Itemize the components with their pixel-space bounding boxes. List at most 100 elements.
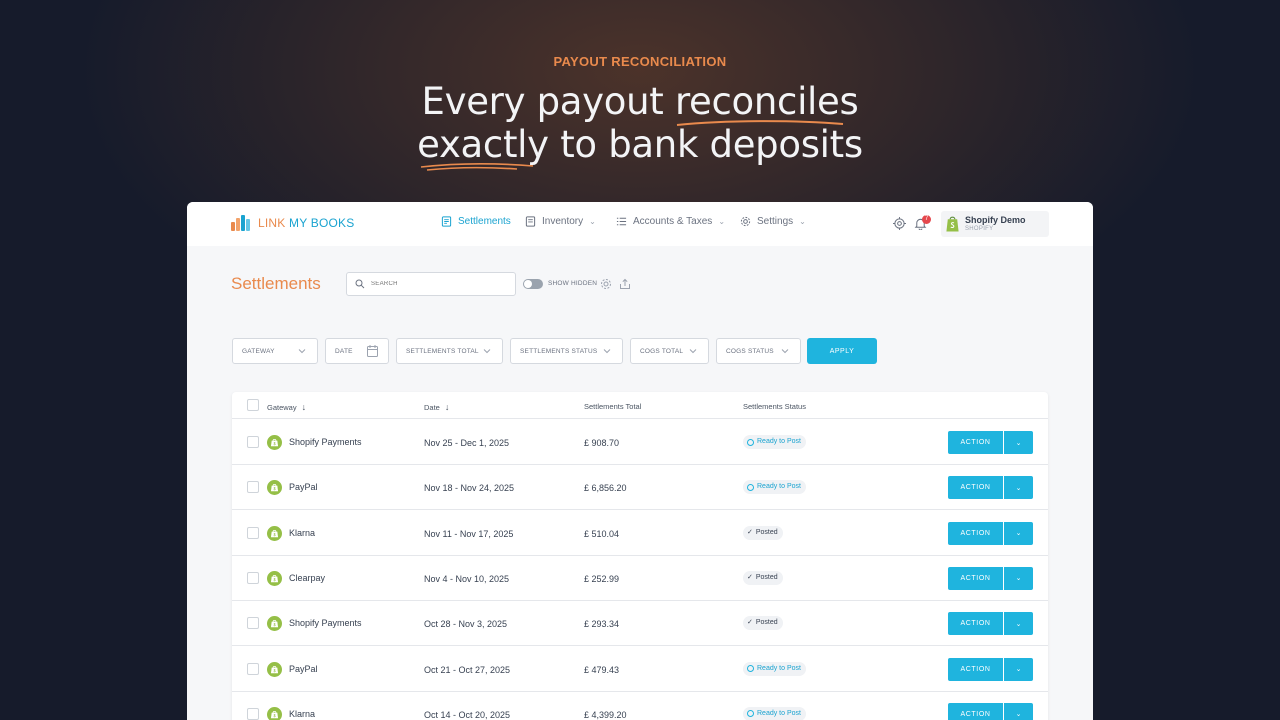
- header-gateway[interactable]: Gateway ↓: [267, 402, 306, 412]
- check-icon: ✓: [747, 619, 753, 627]
- settlement-date: Oct 28 - Nov 3, 2025: [424, 619, 508, 630]
- action-dropdown-button[interactable]: ⌄: [1004, 566, 1033, 590]
- row-checkbox[interactable]: [247, 526, 259, 539]
- chevron-down-icon: [483, 349, 491, 354]
- app-window: LINK MY BOOKS Settlements Inventory ⌄ Ac…: [187, 202, 1093, 720]
- row-checkbox[interactable]: [247, 707, 259, 720]
- action-button[interactable]: ACTION: [948, 431, 1003, 454]
- row-checkbox[interactable]: [247, 436, 259, 448]
- shopify-gateway-icon: [267, 435, 282, 450]
- row-checkbox[interactable]: [247, 617, 259, 630]
- action-button[interactable]: ACTION: [948, 612, 1003, 636]
- shopify-gateway-icon: [267, 706, 282, 720]
- shopify-gateway-icon: [267, 661, 282, 677]
- brand-logo[interactable]: LINK MY BOOKS: [231, 215, 354, 231]
- select-all-checkbox[interactable]: [247, 399, 259, 411]
- chevron-down-icon: ⌄: [799, 217, 806, 226]
- status-circle-icon: [747, 665, 754, 672]
- account-name: Shopify Demo: [965, 215, 1026, 225]
- chevron-down-icon: ⌄: [1015, 484, 1022, 492]
- status-label: Ready to Post: [757, 709, 801, 717]
- action-button[interactable]: ACTION: [948, 476, 1003, 500]
- chevron-down-icon: ⌄: [1015, 666, 1022, 673]
- status-badge: ✓ Posted: [743, 570, 783, 585]
- filter-cogs-total[interactable]: COGS TOTAL: [630, 338, 709, 364]
- status-label: Ready to Post: [757, 483, 801, 491]
- settlement-total: £ 252.99: [584, 573, 620, 584]
- brand-word-link: LINK: [258, 216, 286, 230]
- settlement-total: £ 479.43: [584, 664, 620, 675]
- settlement-total: £ 4,399.20: [584, 709, 627, 720]
- gateway-name: Clearpay: [289, 572, 326, 583]
- nav-settings[interactable]: Settings ⌄: [740, 216, 806, 227]
- nav-inventory[interactable]: Inventory ⌄: [525, 216, 596, 227]
- row-checkbox[interactable]: [247, 481, 259, 494]
- row-checkbox[interactable]: [247, 662, 259, 675]
- header-label: Gateway: [267, 402, 297, 412]
- action-dropdown-button[interactable]: ⌄: [1004, 657, 1033, 681]
- settings-cog-icon[interactable]: [600, 278, 612, 290]
- header-label: Date: [424, 402, 440, 412]
- table-row[interactable]: Klarna Nov 11 - Nov 17, 2025 £ 510.04 ✓ Post…: [232, 511, 1048, 556]
- filter-settlements-status[interactable]: SETTLEMENTS STATUS: [510, 338, 623, 364]
- apply-button[interactable]: APPLY: [807, 338, 877, 364]
- page-title: Settlements: [231, 274, 321, 293]
- filter-label: SETTLEMENTS STATUS: [520, 348, 598, 355]
- table-row[interactable]: PayPal Oct 21 - Oct 27, 2025 £ 479.43 Ready…: [232, 647, 1048, 692]
- chevron-down-icon: ⌄: [589, 217, 596, 226]
- settlement-total: £ 908.70: [584, 438, 620, 448]
- hero-eyebrow: PAYOUT RECONCILIATION: [553, 54, 727, 69]
- nav-label: Inventory: [542, 216, 584, 227]
- table-header: Gateway ↓ Date ↓ Settlements Total Settlem…: [232, 392, 1048, 419]
- filter-date[interactable]: DATE: [325, 338, 389, 364]
- sort-arrow-icon: ↓: [444, 402, 450, 412]
- filter-label: SETTLEMENTS TOTAL: [406, 348, 479, 355]
- table-row[interactable]: Shopify Payments Nov 25 - Dec 1, 2025 £ 90…: [232, 420, 1048, 465]
- sort-arrow-icon: ↓: [301, 402, 307, 412]
- table-row[interactable]: Klarna Oct 14 - Oct 20, 2025 £ 4,399.20 Rea…: [232, 692, 1048, 720]
- headline-underlined-word: reconciles: [675, 80, 859, 126]
- action-button[interactable]: ACTION: [948, 566, 1003, 590]
- notification-badge: 7: [922, 215, 931, 224]
- action-dropdown-button[interactable]: ⌄: [1004, 476, 1033, 500]
- nav-label: Settlements: [458, 216, 511, 227]
- search-input[interactable]: [371, 277, 511, 291]
- chevron-down-icon: [298, 349, 306, 354]
- chevron-down-icon: ⌄: [1015, 620, 1022, 628]
- search-icon: [355, 279, 365, 289]
- table-row[interactable]: Clearpay Nov 4 - Nov 10, 2025 £ 252.99 ✓ Pos…: [232, 556, 1048, 601]
- nav-accounts-taxes[interactable]: Accounts & Taxes ⌄: [616, 216, 725, 227]
- action-button[interactable]: ACTION: [948, 657, 1003, 681]
- status-circle-icon: [747, 483, 754, 491]
- status-circle-icon: [747, 710, 754, 718]
- header-date[interactable]: Date ↓: [424, 402, 449, 412]
- filter-settlements-total[interactable]: SETTLEMENTS TOTAL: [396, 338, 503, 364]
- header-settlements-status: Settlements Status: [743, 402, 806, 411]
- action-dropdown-button[interactable]: ⌄: [1004, 431, 1033, 454]
- filter-cogs-status[interactable]: COGS STATUS: [716, 338, 801, 364]
- calendar-icon: [367, 345, 378, 357]
- target-icon[interactable]: [893, 217, 906, 230]
- status-label: Posted: [755, 528, 778, 536]
- action-button[interactable]: ACTION: [948, 521, 1003, 545]
- export-icon[interactable]: [619, 278, 631, 290]
- settlements-table: Gateway ↓ Date ↓ Settlements Total Settlem…: [232, 392, 1048, 720]
- settlement-date: Oct 21 - Oct 27, 2025: [424, 664, 511, 675]
- nav-settlements[interactable]: Settlements: [441, 216, 511, 227]
- account-switcher[interactable]: Shopify Demo SHOPIFY: [941, 211, 1049, 237]
- action-dropdown-button[interactable]: ⌄: [1004, 702, 1033, 720]
- table-row[interactable]: PayPal Nov 18 - Nov 24, 2025 £ 6,856.20 Rea…: [232, 465, 1048, 511]
- action-dropdown-button[interactable]: ⌄: [1004, 521, 1033, 545]
- filter-label: DATE: [335, 348, 353, 355]
- filter-gateway[interactable]: GATEWAY: [232, 338, 318, 364]
- row-checkbox[interactable]: [247, 571, 259, 584]
- status-label: Ready to Post: [757, 438, 801, 445]
- status-badge: Ready to Post: [743, 480, 806, 495]
- status-badge: ✓ Posted: [743, 525, 783, 540]
- search-box[interactable]: [346, 272, 516, 296]
- action-dropdown-button[interactable]: ⌄: [1004, 612, 1033, 636]
- show-hidden-toggle[interactable]: [523, 279, 543, 289]
- headline-text: Every payout: [421, 80, 675, 123]
- action-button[interactable]: ACTION: [948, 702, 1003, 720]
- table-row[interactable]: Shopify Payments Oct 28 - Nov 3, 2025 £ 29…: [232, 601, 1048, 647]
